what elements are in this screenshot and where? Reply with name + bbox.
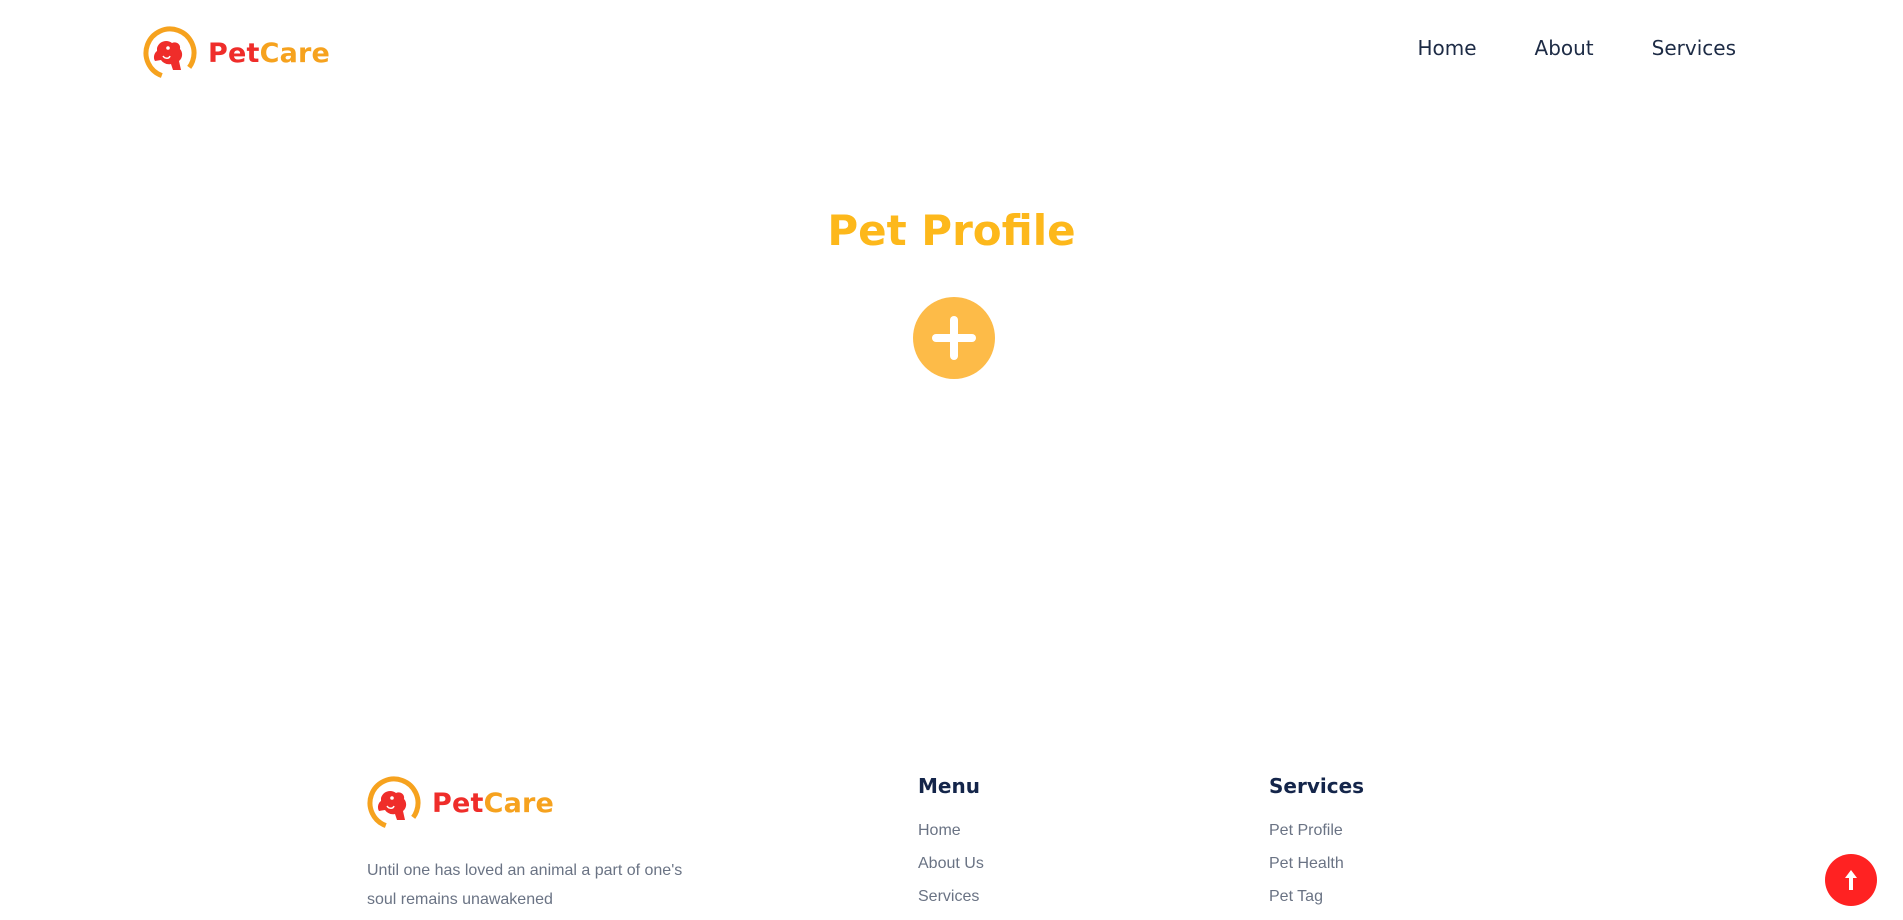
footer-menu-heading: Menu <box>918 774 980 798</box>
logo-text-care: Care <box>259 37 331 69</box>
page-title: Pet Profile <box>827 206 1076 255</box>
add-pet-button[interactable] <box>913 297 995 379</box>
logo-wordmark: PetCare <box>208 38 330 69</box>
logo-text-pet: Pet <box>432 787 484 819</box>
footer-link-pet-profile[interactable]: Pet Profile <box>1269 821 1364 841</box>
footer-link-pet-health[interactable]: Pet Health <box>1269 854 1364 874</box>
logo-text-pet: Pet <box>208 37 260 69</box>
logo-text-care: Care <box>483 787 555 819</box>
footer-tagline: Until one has loved an animal a part of … <box>367 862 683 908</box>
nav-home[interactable]: Home <box>1417 36 1476 60</box>
logo-wordmark: PetCare <box>432 788 554 819</box>
header-logo[interactable]: PetCare <box>143 26 330 80</box>
footer-services-column: Services Pet Profile Pet Health Pet Tag <box>1269 774 1364 920</box>
footer-link-about-us[interactable]: About Us <box>918 854 984 874</box>
footer-link-home[interactable]: Home <box>918 821 984 841</box>
scroll-to-top-button[interactable] <box>1825 854 1877 906</box>
nav-services[interactable]: Services <box>1652 36 1736 60</box>
footer-logo[interactable]: PetCare <box>367 776 554 830</box>
footer-link-pet-tag[interactable]: Pet Tag <box>1269 887 1364 907</box>
footer-services-heading: Services <box>1269 774 1365 798</box>
main-nav: Home About Services <box>1417 36 1736 60</box>
footer-menu-column: Menu Home About Us Services <box>918 774 984 920</box>
nav-about[interactable]: About <box>1535 36 1594 60</box>
petcare-logo-icon <box>367 776 421 830</box>
arrow-up-icon <box>1845 870 1857 890</box>
petcare-logo-icon <box>143 26 197 80</box>
footer-link-services[interactable]: Services <box>918 887 984 907</box>
